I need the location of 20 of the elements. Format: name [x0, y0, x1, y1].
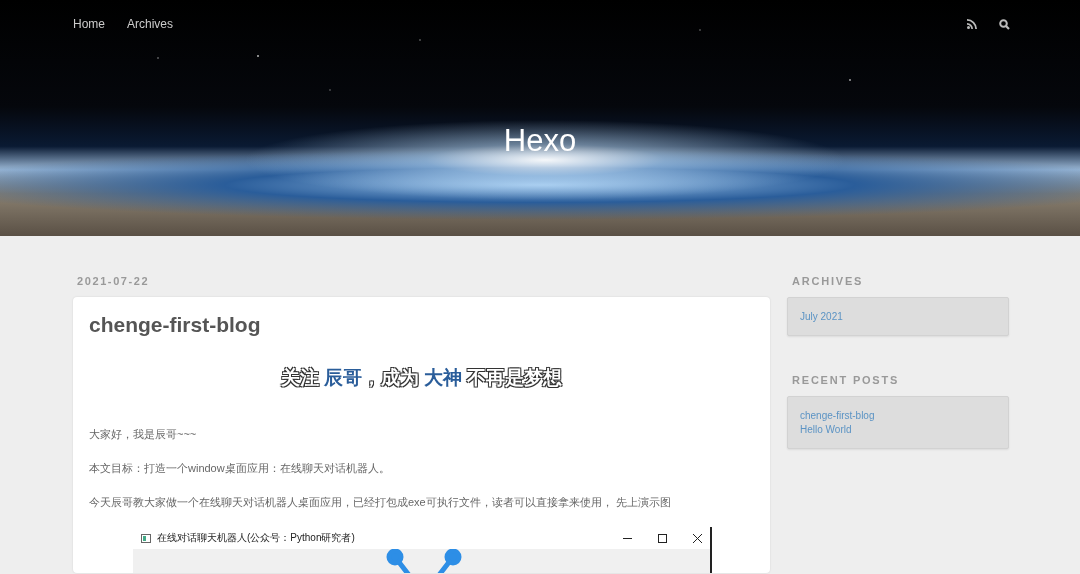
- search-icon[interactable]: [999, 18, 1010, 30]
- paragraph: 今天辰哥教大家做一个在线聊天对话机器人桌面应用，已经打包成exe可执行文件，读者可以直接拿来使用， 先上演示图: [89, 495, 672, 509]
- nav-link[interactable]: Home: [73, 17, 105, 31]
- sidebar-link[interactable]: Hello World: [800, 424, 852, 435]
- paragraph: 本文目标：打造一个window桌面应用：在线聊天对话机器人。: [89, 461, 391, 475]
- close-icon[interactable]: [693, 533, 702, 543]
- window-title: 在线对话聊天机器人(公众号：Python研究者): [157, 531, 356, 545]
- sidebar-link[interactable]: chenge-first-blog: [800, 410, 875, 421]
- rss-icon[interactable]: [967, 19, 977, 29]
- widget-heading: RECENT POSTS: [792, 374, 901, 386]
- banner-text: 关注 辰哥，成为 大神 不再是梦想: [280, 365, 563, 391]
- paragraph: 大家好，我是辰哥~~~: [89, 427, 198, 441]
- post-title: chenge-first-blog: [89, 313, 262, 337]
- sidebar-link[interactable]: July 2021: [800, 311, 843, 322]
- app-icon: [141, 533, 151, 543]
- nav-link[interactable]: Archives: [127, 17, 174, 31]
- widget-heading: ARCHIVES: [792, 275, 865, 287]
- site-title: Hexo: [502, 123, 578, 159]
- post-date: 2021-07-22: [77, 275, 151, 287]
- maximize-icon[interactable]: [658, 533, 667, 543]
